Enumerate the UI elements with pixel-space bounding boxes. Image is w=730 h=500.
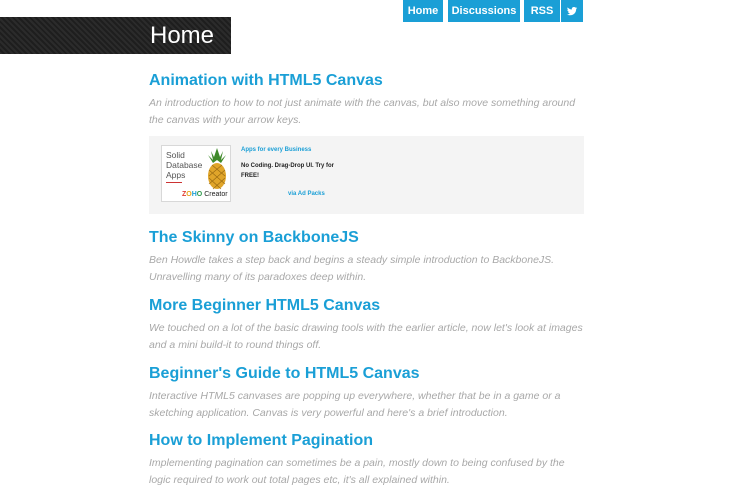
article-item: How to Implement Pagination Implementing… — [149, 431, 589, 489]
article-excerpt: An introduction to how to not just anima… — [149, 97, 576, 126]
article-excerpt: Implementing pagination can sometimes be… — [149, 457, 565, 486]
nav-rss-button[interactable]: RSS — [524, 0, 560, 22]
pineapple-icon — [208, 148, 226, 190]
article-excerpt: Ben Howdle takes a step back and begins … — [149, 254, 555, 283]
ad-brand-logo: ZOHO Creator — [182, 191, 228, 198]
ad-headline-link[interactable]: Apps for every Business — [241, 147, 311, 153]
nav-home-button[interactable]: Home — [403, 0, 443, 22]
nav-twitter-button[interactable] — [561, 0, 583, 22]
ad-image-underline — [166, 182, 182, 183]
ad-body-text: No Coding. Drag-Drop UI. Try for FREE! — [241, 163, 334, 179]
article-item: Animation with HTML5 Canvas An introduct… — [149, 71, 589, 129]
article-title-link[interactable]: Animation with HTML5 Canvas — [149, 71, 589, 91]
ad-image-text: Solid Database Apps — [166, 150, 203, 180]
article-excerpt: Interactive HTML5 canvases are popping u… — [149, 390, 561, 419]
ad-via-link[interactable]: via Ad Packs — [288, 191, 325, 197]
twitter-bird-icon — [567, 6, 578, 16]
article-title-link[interactable]: Beginner's Guide to HTML5 Canvas — [149, 364, 589, 384]
article-title-link[interactable]: The Skinny on BackboneJS — [149, 228, 589, 248]
page-title: Home — [150, 22, 215, 49]
article-title-link[interactable]: More Beginner HTML5 Canvas — [149, 296, 589, 316]
ad-box: Solid Database Apps ZOHO Creator Apps fo… — [149, 136, 584, 214]
article-item: More Beginner HTML5 Canvas We touched on… — [149, 296, 589, 354]
article-title-link[interactable]: How to Implement Pagination — [149, 431, 589, 451]
nav-discussions-button[interactable]: Discussions — [448, 0, 520, 22]
ad-image[interactable]: Solid Database Apps ZOHO Creator — [161, 145, 231, 202]
article-excerpt: We touched on a lot of the basic drawing… — [149, 322, 583, 351]
article-item: Beginner's Guide to HTML5 Canvas Interac… — [149, 364, 589, 422]
article-item: The Skinny on BackboneJS Ben Howdle take… — [149, 228, 589, 286]
